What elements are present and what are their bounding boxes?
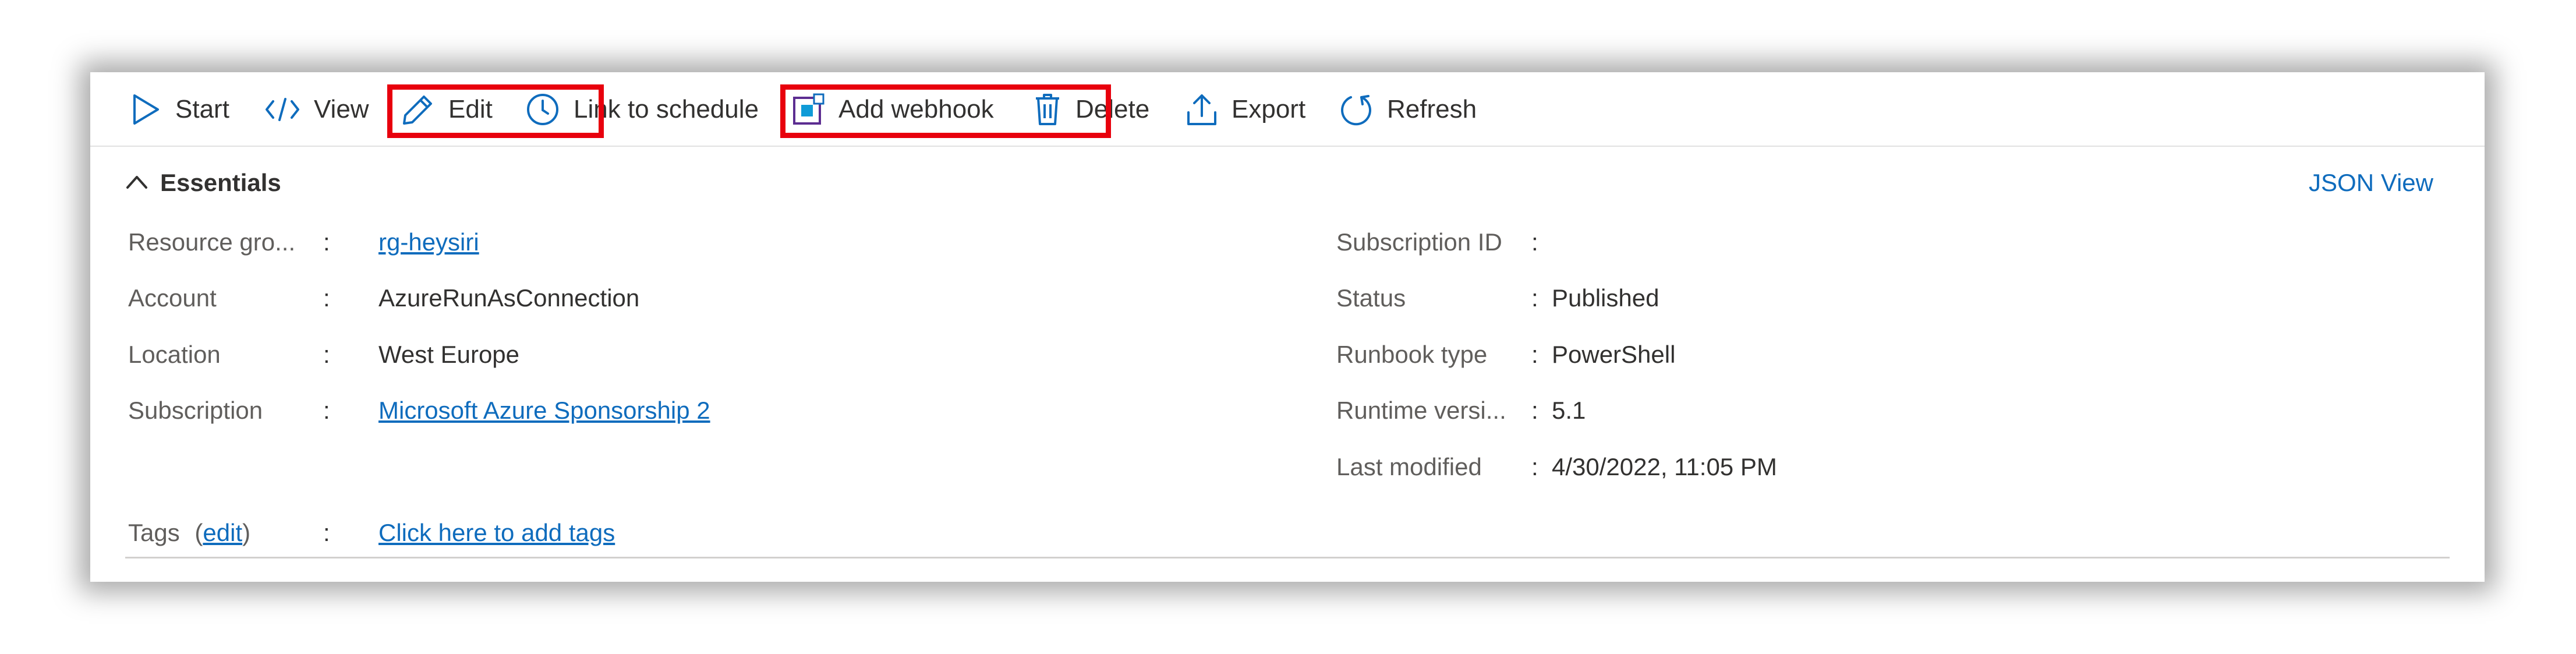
- property-label: Runbook type: [1336, 341, 1488, 368]
- property-label: Location: [128, 341, 221, 368]
- property-label: Account: [128, 284, 217, 312]
- subscription-link[interactable]: Microsoft Azure Sponsorship 2: [378, 397, 710, 425]
- refresh-icon: [1339, 93, 1373, 126]
- property-runtime-version: Runtime versi... : 5.1: [1336, 393, 2210, 428]
- property-resource-group: Resource gro... : rg-heysiri: [128, 225, 1002, 260]
- export-icon: [1186, 93, 1218, 126]
- property-status: Status : Published: [1336, 281, 2210, 316]
- tags-label: Tags: [128, 519, 180, 546]
- export-label: Export: [1232, 95, 1306, 123]
- property-label: Resource gro...: [128, 228, 296, 256]
- property-account: Account : AzureRunAsConnection: [128, 281, 1002, 316]
- property-label: Runtime versi...: [1336, 397, 1506, 424]
- export-button[interactable]: Export: [1186, 85, 1305, 134]
- property-location: Location : West Europe: [128, 337, 1002, 372]
- property-separator: :: [1531, 341, 1538, 368]
- divider: [125, 557, 2450, 558]
- essentials-title: Essentials: [160, 169, 281, 196]
- property-value: AzureRunAsConnection: [378, 284, 640, 312]
- property-tags: Tags (edit) : Click here to add tags: [128, 515, 1002, 550]
- view-label: View: [314, 95, 369, 123]
- property-label: Last modified: [1336, 453, 1482, 480]
- property-separator: :: [1531, 397, 1538, 424]
- tags-label-group: Tags (edit): [128, 519, 250, 547]
- tags-edit-link[interactable]: edit: [203, 519, 242, 546]
- property-value: PowerShell: [1552, 341, 1676, 368]
- property-separator: :: [1531, 284, 1538, 312]
- add-webhook-highlight-box: [780, 84, 1111, 138]
- refresh-label: Refresh: [1387, 95, 1477, 123]
- refresh-button[interactable]: Refresh: [1339, 85, 1477, 134]
- view-button[interactable]: View: [265, 85, 369, 134]
- property-subscription: Subscription : Microsoft Azure Sponsorsh…: [128, 393, 1002, 428]
- property-separator: :: [323, 519, 330, 546]
- property-separator: :: [1531, 453, 1538, 480]
- start-button[interactable]: Start: [131, 85, 229, 134]
- tags-edit-close-paren: ): [242, 519, 251, 546]
- runbook-overview-panel: Start View Edit Link to schedule Add web…: [90, 72, 2485, 582]
- play-icon: [131, 93, 161, 126]
- property-value: West Europe: [378, 341, 520, 368]
- property-separator: :: [323, 341, 330, 368]
- property-separator: :: [323, 284, 330, 312]
- edit-highlight-box: [387, 84, 604, 138]
- add-tags-link[interactable]: Click here to add tags: [378, 519, 615, 547]
- property-value: 5.1: [1552, 397, 1586, 424]
- property-label: Status: [1336, 284, 1406, 312]
- code-icon: [265, 96, 300, 123]
- essentials-toggle[interactable]: Essentials: [125, 165, 281, 200]
- property-value: 4/30/2022, 11:05 PM: [1552, 453, 1777, 480]
- chevron-up-icon: [125, 169, 148, 197]
- property-runbook-type: Runbook type : PowerShell: [1336, 337, 2210, 372]
- property-separator: :: [323, 228, 330, 256]
- property-separator: :: [1531, 228, 1538, 256]
- property-value: Published: [1552, 284, 1659, 312]
- property-label: Subscription ID: [1336, 228, 1502, 256]
- property-subscription-id: Subscription ID :: [1336, 225, 2210, 260]
- tags-edit-open-paren: (: [194, 519, 203, 546]
- start-label: Start: [175, 95, 229, 123]
- property-last-modified: Last modified : 4/30/2022, 11:05 PM: [1336, 450, 2210, 485]
- resource-group-link[interactable]: rg-heysiri: [378, 228, 479, 256]
- property-label: Subscription: [128, 397, 263, 424]
- command-bar: Start View Edit Link to schedule Add web…: [90, 72, 2485, 147]
- property-separator: :: [323, 397, 330, 424]
- json-view-link[interactable]: JSON View: [2309, 165, 2433, 200]
